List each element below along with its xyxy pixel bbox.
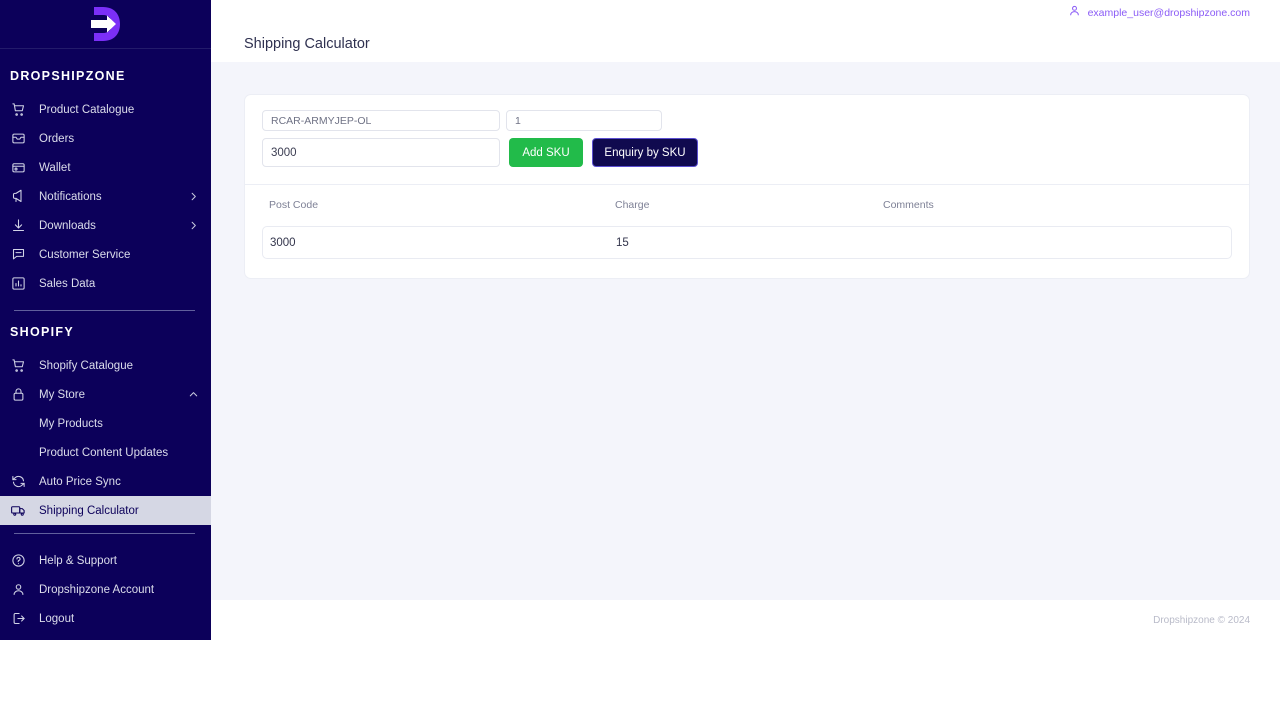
sidebar-item-label: Dropshipzone Account: [39, 583, 155, 596]
sidebar-item-help-support[interactable]: Help & Support: [0, 546, 211, 575]
sidebar-item-label: Downloads: [39, 219, 96, 232]
enquiry-by-sku-button[interactable]: Enquiry by SKU: [592, 138, 698, 167]
sidebar-item-label: My Store: [39, 388, 86, 401]
sidebar-item-sales-data[interactable]: Sales Data: [0, 269, 211, 298]
form-row-bottom: Add SKU Enquiry by SKU: [262, 138, 1232, 167]
wallet-icon: [10, 160, 26, 176]
sidebar-item-notifications[interactable]: Notifications: [0, 182, 211, 211]
chevron-right-icon: [188, 220, 199, 231]
sidebar-item-product-content-updates[interactable]: Product Content Updates: [0, 438, 211, 467]
sidebar-item-label: Wallet: [39, 161, 71, 174]
sidebar: DROPSHIPZONE Product Catalogue Orders Wa…: [0, 0, 211, 640]
table-header-row: Post Code Charge Comments: [262, 199, 1232, 211]
sidebar-item-label: Shipping Calculator: [39, 504, 139, 517]
megaphone-icon: [10, 189, 26, 205]
sidebar-item-orders[interactable]: Orders: [0, 124, 211, 153]
sidebar-item-label: Customer Service: [39, 248, 131, 261]
sidebar-item-label: Auto Price Sync: [39, 475, 121, 488]
sidebar-item-label: Shopify Catalogue: [39, 359, 133, 372]
sidebar-divider-2: [14, 533, 195, 534]
postcode-input[interactable]: [262, 138, 500, 167]
sidebar-item-label: Logout: [39, 612, 75, 625]
sidebar-item-label: My Products: [39, 417, 103, 430]
results-table: Post Code Charge Comments 3000 15: [245, 185, 1249, 278]
chevron-up-icon: [188, 389, 199, 400]
sidebar-item-auto-price-sync[interactable]: Auto Price Sync: [0, 467, 211, 496]
logo-area[interactable]: [0, 0, 211, 49]
shopping-cart-icon: [10, 358, 26, 374]
sidebar-item-label: Sales Data: [39, 277, 96, 290]
sidebar-item-label: Product Content Updates: [39, 446, 169, 459]
shopping-cart-icon: [10, 102, 26, 118]
sidebar-section-title-dropshipzone: DROPSHIPZONE: [10, 69, 126, 83]
sidebar-item-label: Product Catalogue: [39, 103, 135, 116]
sidebar-item-my-products[interactable]: My Products: [0, 409, 211, 438]
sidebar-section-title-shopify: SHOPIFY: [10, 325, 74, 339]
shipping-calculator-card: Add SKU Enquiry by SKU Post Code Charge …: [244, 94, 1250, 279]
question-circle-icon: [10, 553, 26, 569]
calculator-form: Add SKU Enquiry by SKU: [245, 95, 1249, 184]
quantity-input[interactable]: [506, 110, 662, 131]
add-sku-button[interactable]: Add SKU: [509, 138, 583, 167]
sidebar-item-shopify-catalogue[interactable]: Shopify Catalogue: [0, 351, 211, 380]
topbar: example_user@dropshipzone.com: [211, 0, 1280, 26]
sidebar-item-label: Help & Support: [39, 554, 117, 567]
sidebar-item-dropshipzone-account[interactable]: Dropshipzone Account: [0, 575, 211, 604]
user-email-label: example_user@dropshipzone.com: [1087, 7, 1250, 19]
inbox-icon: [10, 131, 26, 147]
sidebar-item-label: Notifications: [39, 190, 102, 203]
user-icon: [10, 582, 26, 598]
cell-post-code: 3000: [270, 236, 296, 249]
main-content: Add SKU Enquiry by SKU Post Code Charge …: [211, 62, 1280, 600]
sidebar-item-my-store[interactable]: My Store: [0, 380, 211, 409]
truck-icon: [10, 503, 26, 519]
sidebar-divider-1: [14, 310, 195, 311]
chat-bubble-icon: [10, 247, 26, 263]
sidebar-item-customer-service[interactable]: Customer Service: [0, 240, 211, 269]
page-title: Shipping Calculator: [244, 36, 370, 52]
sidebar-item-downloads[interactable]: Downloads: [0, 211, 211, 240]
chevron-right-icon: [188, 191, 199, 202]
user-account-chip[interactable]: example_user@dropshipzone.com: [1068, 4, 1250, 22]
sidebar-item-wallet[interactable]: Wallet: [0, 153, 211, 182]
sidebar-item-logout[interactable]: Logout: [0, 604, 211, 633]
table-row[interactable]: 3000 15: [262, 226, 1232, 259]
sidebar-item-product-catalogue[interactable]: Product Catalogue: [0, 95, 211, 124]
form-row-top: [262, 110, 1232, 131]
table-header-post-code: Post Code: [269, 199, 319, 211]
page-title-bar: Shipping Calculator: [211, 26, 1280, 62]
table-header-comments: Comments: [883, 199, 934, 211]
dropshipzone-arrow-logo: [85, 3, 127, 45]
page-footer: Dropshipzone © 2024: [211, 600, 1280, 640]
sku-input[interactable]: [262, 110, 500, 131]
sync-icon: [10, 474, 26, 490]
sidebar-item-label: Orders: [39, 132, 75, 145]
cell-charge: 15: [616, 236, 629, 249]
table-header-charge: Charge: [615, 199, 650, 211]
download-icon: [10, 218, 26, 234]
bar-chart-icon: [10, 276, 26, 292]
sidebar-item-shipping-calculator[interactable]: Shipping Calculator: [0, 496, 211, 525]
copyright-label: Dropshipzone © 2024: [1153, 614, 1250, 626]
user-icon: [1068, 4, 1081, 22]
lock-icon: [10, 387, 26, 403]
logout-icon: [10, 611, 26, 627]
app-root: DROPSHIPZONE Product Catalogue Orders Wa…: [0, 0, 1280, 720]
